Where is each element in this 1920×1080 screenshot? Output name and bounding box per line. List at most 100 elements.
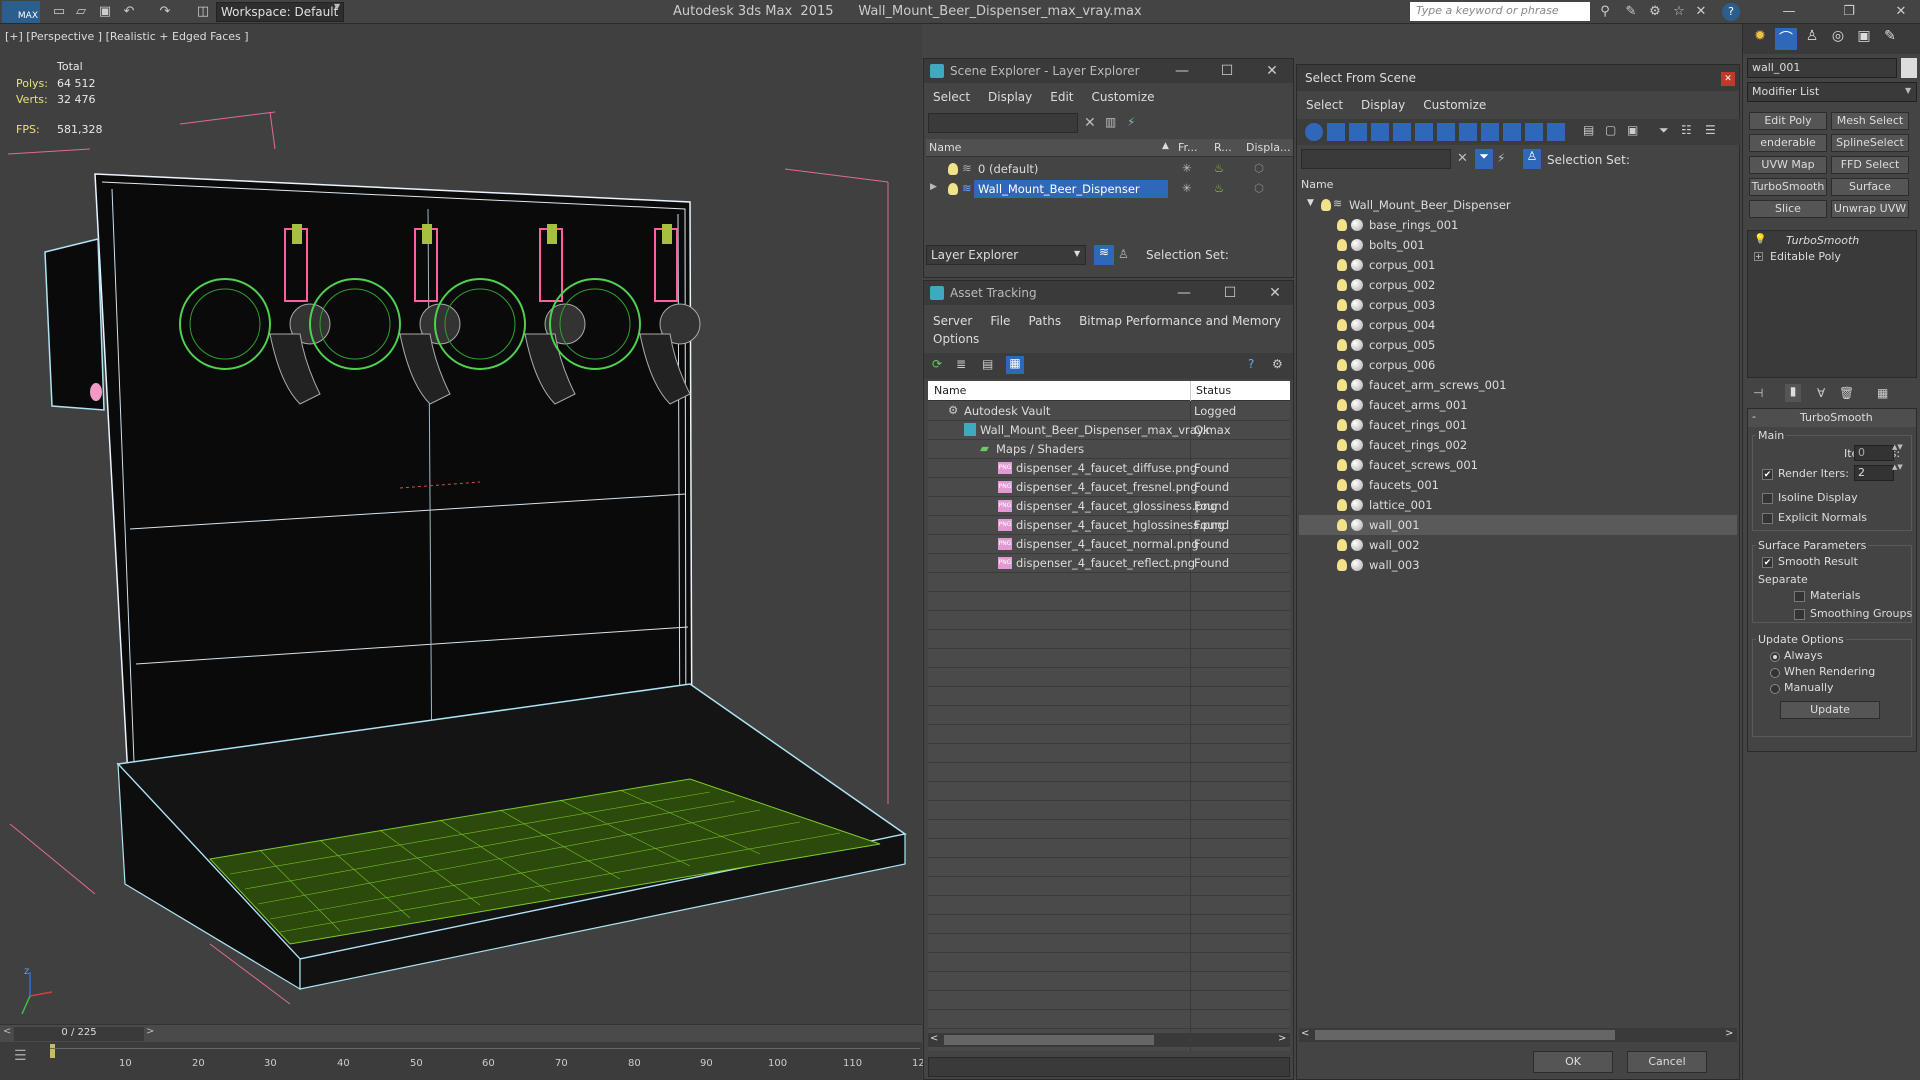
minimize-icon[interactable]: — — [1780, 3, 1798, 21]
asset-row[interactable]: PNG dispenser_4_faucet_diffuse.png Found — [928, 458, 1290, 478]
options-icon[interactable]: ☰ — [1705, 123, 1716, 137]
rollout-header[interactable]: - TurboSmooth — [1748, 409, 1916, 427]
isoline-checkbox[interactable] — [1762, 493, 1773, 504]
ok-button[interactable]: OK — [1533, 1051, 1613, 1073]
sort-icon[interactable]: ♙ — [1523, 149, 1541, 169]
tree-item-label[interactable]: bolts_001 — [1369, 238, 1425, 252]
render-teapot-icon[interactable]: ♨ — [1214, 161, 1224, 175]
explicit-normals-checkbox[interactable] — [1762, 513, 1773, 524]
display-box-icon[interactable]: ⬡ — [1254, 161, 1264, 175]
layer-name[interactable]: 0 (default) — [978, 162, 1038, 176]
clear-search-icon[interactable]: ✕ — [1084, 115, 1096, 131]
tree-root[interactable]: ▼ ≋ Wall_Mount_Beer_Dispenser — [1299, 195, 1737, 215]
ffd-select-button[interactable]: FFD Select — [1831, 156, 1909, 174]
stack-item[interactable]: + Editable Poly — [1748, 249, 1916, 265]
edit-poly-button[interactable]: Edit Poly — [1749, 112, 1827, 130]
bulb-icon[interactable] — [1337, 519, 1347, 531]
asset-row[interactable]: PNG dispenser_4_faucet_normal.png Found — [928, 534, 1290, 554]
spinner-arrows-icon[interactable]: ▲▼ — [1892, 463, 1903, 471]
collapse-icon[interactable]: ▼ — [1307, 198, 1314, 208]
modifier-list-dropdown[interactable]: Modifier List — [1747, 82, 1917, 102]
track-bar[interactable]: ☰ 10 20 30 40 50 60 70 80 90 100 110 12 — [0, 1042, 925, 1080]
motion-tab-icon[interactable]: ◎ — [1827, 28, 1849, 50]
maximize-icon[interactable]: ☐ — [1220, 284, 1240, 302]
bulb-icon[interactable] — [1337, 279, 1347, 291]
manually-radio[interactable] — [1770, 684, 1780, 694]
perspective-viewport[interactable]: [+] [Perspective ] [Realistic + Edged Fa… — [0, 24, 922, 1024]
tree-item[interactable]: faucet_screws_001 — [1299, 455, 1737, 475]
col-name[interactable]: Name — [929, 141, 961, 154]
bulb-icon[interactable] — [948, 163, 958, 175]
tree-item-label[interactable]: faucets_001 — [1369, 478, 1439, 492]
bulb-icon[interactable] — [1337, 459, 1347, 471]
bulb-icon[interactable] — [1337, 499, 1347, 511]
time-slider[interactable]: < 0 / 225 > — [0, 1024, 922, 1042]
menu-customize[interactable]: Customize — [1414, 95, 1495, 115]
select-all-icon[interactable]: ▤ — [1583, 123, 1594, 137]
scene-explorer-titlebar[interactable]: Scene Explorer - Layer Explorer — ☐ ✕ — [924, 59, 1293, 83]
tree-item-label[interactable]: corpus_006 — [1369, 358, 1435, 372]
stack-item-label[interactable]: TurboSmooth — [1786, 234, 1859, 247]
object-name-field[interactable]: wall_001 — [1747, 58, 1897, 78]
object-tree[interactable]: ▼ ≋ Wall_Mount_Beer_Dispenser base_rings… — [1299, 195, 1737, 1065]
bulb-icon[interactable] — [1337, 239, 1347, 251]
tree-item[interactable]: faucet_rings_002 — [1299, 435, 1737, 455]
tree-item[interactable]: base_rings_001 — [1299, 215, 1737, 235]
tree-item-label[interactable]: corpus_004 — [1369, 318, 1435, 332]
tree-item[interactable]: corpus_004 — [1299, 315, 1737, 335]
chevron-right-icon[interactable]: > — [146, 1026, 154, 1037]
refresh-icon[interactable]: ⟳ — [932, 357, 942, 371]
favorites-icon[interactable]: ☆ — [1670, 3, 1688, 21]
tree-item-label[interactable]: faucet_arm_screws_001 — [1369, 378, 1507, 392]
save-icon[interactable]: ▣ — [96, 3, 114, 21]
select-invert-icon[interactable]: ▣ — [1627, 123, 1638, 137]
tree-item-label[interactable]: corpus_001 — [1369, 258, 1435, 272]
project-icon[interactable]: ◫ — [194, 3, 212, 21]
bulb-icon[interactable] — [1321, 199, 1331, 211]
layer-row[interactable]: ▶ ≋ Wall_Mount_Beer_Dispenser ✳ ♨ ⬡ — [924, 179, 1293, 199]
shape-filter-icon[interactable] — [1327, 123, 1345, 141]
chevron-down-icon[interactable]: ▼ — [1905, 86, 1911, 95]
tree-item[interactable]: faucet_arms_001 — [1299, 395, 1737, 415]
surface-select-button[interactable]: Surface Select — [1831, 178, 1909, 196]
search-input[interactable]: Type a keyword or phrase — [1410, 2, 1590, 21]
slice-button[interactable]: Slice — [1749, 200, 1827, 218]
bulb-icon[interactable] — [1337, 339, 1347, 351]
chevron-down-icon[interactable]: ▼ — [334, 2, 340, 11]
tree-item-label[interactable]: faucet_rings_001 — [1369, 418, 1467, 432]
tree-item[interactable]: corpus_002 — [1299, 275, 1737, 295]
spacewarp-filter-icon[interactable] — [1415, 123, 1433, 141]
tree-item-label[interactable]: corpus_003 — [1369, 298, 1435, 312]
chevron-left-icon[interactable]: < — [3, 1026, 11, 1037]
tree-item-label[interactable]: corpus_005 — [1369, 338, 1435, 352]
display-tab-icon[interactable]: ▣ — [1853, 28, 1875, 50]
menu-display[interactable]: Display — [979, 87, 1041, 107]
help-icon[interactable]: ? — [1248, 357, 1254, 371]
chevron-down-icon[interactable]: ▼ — [1074, 249, 1080, 258]
freeze-icon[interactable]: ✳ — [1182, 161, 1192, 175]
close-icon[interactable]: ✕ — [1721, 72, 1735, 86]
tree-item[interactable]: wall_001 — [1299, 515, 1737, 535]
asset-path-field[interactable] — [928, 1057, 1290, 1077]
name-column-header[interactable]: Name — [1299, 177, 1737, 193]
tree-item-label[interactable]: corpus_002 — [1369, 278, 1435, 292]
col-frozen[interactable]: Fr... — [1178, 141, 1198, 154]
lightbulb-icon[interactable]: 💡 — [1754, 234, 1766, 245]
tree-item-label[interactable]: wall_002 — [1369, 538, 1420, 552]
menu-server[interactable]: Server — [924, 311, 981, 331]
create-tab-icon[interactable]: ✹ — [1749, 28, 1771, 50]
time-marker[interactable] — [50, 1044, 55, 1058]
bulb-icon[interactable] — [1337, 419, 1347, 431]
workspace-dropdown[interactable]: Workspace: Default — [216, 2, 344, 22]
hidden-filter-icon[interactable] — [1547, 123, 1565, 141]
close-icon[interactable]: ✕ — [1265, 284, 1285, 302]
chevron-left-icon[interactable]: < — [930, 1033, 938, 1044]
spline-select-button[interactable]: SplineSelect — [1831, 134, 1909, 152]
tree-horizontal-scrollbar[interactable]: < > — [1299, 1028, 1737, 1042]
select-none-icon[interactable]: ▢ — [1605, 123, 1616, 137]
chevron-right-icon[interactable]: > — [1278, 1033, 1286, 1044]
undo-icon[interactable]: ↶ — [120, 3, 138, 21]
filter-icon[interactable]: ⏷ — [1659, 123, 1669, 138]
minimize-icon[interactable]: — — [1174, 284, 1194, 302]
help-icon[interactable]: ? — [1722, 3, 1740, 21]
